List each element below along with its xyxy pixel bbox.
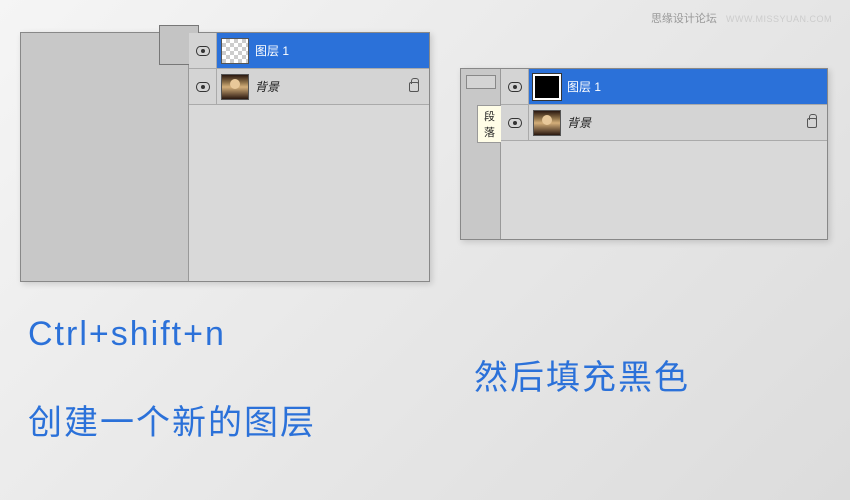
layers-list: 图层 1 背景 [189, 33, 429, 281]
layers-empty-area [189, 105, 429, 281]
visibility-toggle[interactable] [189, 69, 217, 104]
layer-name[interactable]: 图层 1 [567, 78, 827, 95]
lock-icon [409, 82, 419, 92]
eye-icon [196, 46, 210, 56]
layer-thumbnail-photo[interactable] [221, 74, 249, 100]
watermark: 思缘设计论坛 WWW.MISSYUAN.COM [651, 10, 832, 26]
layers-panel-right: 段落 图层 1 背景 [460, 68, 828, 240]
watermark-url: WWW.MISSYUAN.COM [726, 14, 832, 24]
layer-row-background[interactable]: 背景 [501, 105, 827, 141]
tooltip-paragraph: 段落 [477, 105, 502, 143]
canvas-area[interactable]: 段落 [461, 69, 501, 239]
layer-thumbnail-photo[interactable] [533, 110, 561, 136]
visibility-toggle[interactable] [501, 105, 529, 140]
layers-panel-left: 图层 1 背景 [20, 32, 430, 282]
caption-fill-black: 然后填充黑色 [474, 350, 690, 399]
eye-icon [508, 118, 522, 128]
eye-icon [508, 82, 522, 92]
lock-icon [807, 118, 817, 128]
layer-row-background[interactable]: 背景 [189, 69, 429, 105]
layer-name[interactable]: 背景 [255, 78, 409, 95]
layer-name[interactable]: 图层 1 [255, 42, 429, 59]
eye-icon [196, 82, 210, 92]
layer-row-layer1[interactable]: 图层 1 [501, 69, 827, 105]
watermark-text: 思缘设计论坛 [651, 13, 717, 25]
layer-thumbnail-black[interactable] [533, 74, 561, 100]
layer-thumbnail-transparent[interactable] [221, 38, 249, 64]
visibility-toggle[interactable] [501, 69, 529, 104]
canvas-area[interactable] [21, 33, 189, 281]
caption-create-layer: 创建一个新的图层 [28, 395, 316, 444]
visibility-toggle[interactable] [189, 33, 217, 68]
layer-name[interactable]: 背景 [567, 114, 807, 131]
panel-handle[interactable] [466, 75, 496, 89]
caption-shortcut: Ctrl+shift+n [28, 315, 226, 354]
layer-row-layer1[interactable]: 图层 1 [189, 33, 429, 69]
layers-list: 图层 1 背景 [501, 69, 827, 239]
layers-empty-area [501, 141, 827, 239]
